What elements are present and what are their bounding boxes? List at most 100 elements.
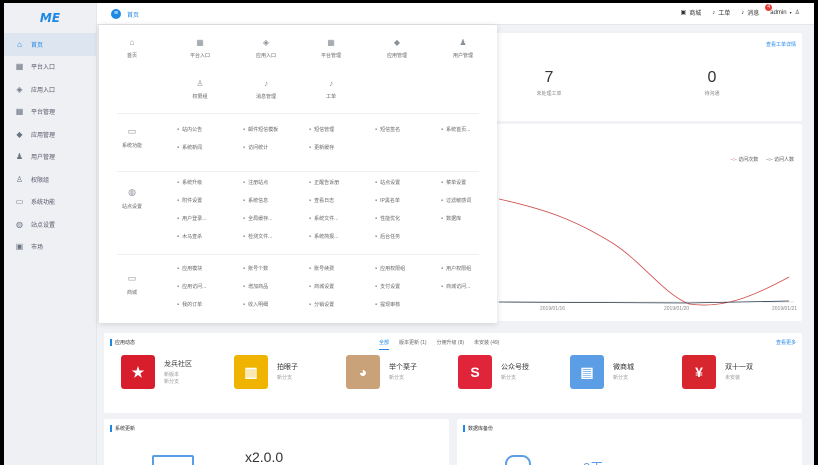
menu-item-label: 提现审核: [380, 302, 401, 308]
menu-item[interactable]: ▪ 附件设置: [177, 197, 202, 204]
mall-link[interactable]: ▣ 商城: [681, 8, 702, 17]
store-icon: ▣: [15, 242, 24, 252]
menu-item[interactable]: ▪ 应用访问...: [177, 283, 206, 290]
shortcut-label: 应用入口: [255, 53, 276, 59]
menu-item[interactable]: ▪ 菜单设置: [441, 179, 466, 186]
menu-item[interactable]: ▪ 应用模块: [177, 265, 202, 272]
section-icon: ▭: [127, 273, 137, 283]
menu-item[interactable]: ▪ 支付设置: [375, 283, 400, 290]
menu-item[interactable]: ▪ 系统文件...: [309, 215, 338, 222]
stat-communicate-value: 0: [707, 69, 717, 86]
sidebar-item[interactable]: ▦ 平台入口: [4, 56, 96, 79]
menu-item[interactable]: ▪ 收入明细: [243, 301, 268, 308]
sidebar-item[interactable]: ▦ 平台管理: [4, 101, 96, 124]
globe-icon: ◍: [16, 219, 23, 229]
menu-item[interactable]: ▪ 站内公告: [177, 126, 202, 133]
sidebar-item-label: 用户管理: [31, 155, 56, 162]
shortcut-item[interactable]: ▦ 平台入口: [170, 38, 230, 59]
menu-item[interactable]: ▪ 检测文件...: [243, 233, 272, 240]
worksheet-detail-link[interactable]: 查看工单详情: [766, 41, 796, 48]
menu-item[interactable]: ▪ IP黑名单: [375, 197, 400, 204]
system-update-title: 系统更新: [110, 425, 135, 432]
menu-item-label: 短信管理: [314, 127, 335, 133]
shortcut-item[interactable]: ♪ 消息管理: [236, 79, 296, 100]
menu-item[interactable]: ▪ 短信管理: [309, 126, 334, 133]
menu-item[interactable]: ▪ 账号续费: [309, 265, 334, 272]
menu-item[interactable]: ▪ 系统首页...: [441, 126, 470, 133]
worksheet-link[interactable]: ♪ 工单: [712, 8, 730, 18]
app-item[interactable]: S 公众号授 新分支: [458, 355, 529, 389]
app-item[interactable]: ▥ 拍眼子 新分支: [234, 355, 298, 389]
menu-item[interactable]: ▪ 提现审核: [375, 301, 400, 308]
app-status: 新分支: [277, 375, 293, 381]
shortcut-item[interactable]: ▦ 平台管理: [301, 38, 361, 59]
breadcrumb[interactable]: 首页: [127, 10, 139, 19]
menu-item-label: 站点设置: [380, 180, 401, 186]
app-item[interactable]: ★ 龙兵社区 新版本 新分支: [121, 355, 192, 389]
menu-item[interactable]: ▪ 访问统计: [243, 144, 268, 151]
shortcut-item[interactable]: ♪ 工单: [301, 79, 361, 100]
shortcut-item[interactable]: ◆ 应用管理: [367, 38, 427, 59]
menu-item[interactable]: ▪ 查看日志: [309, 197, 334, 204]
menu-item[interactable]: ▪ 增加商品: [243, 283, 268, 290]
messages-link[interactable]: ♪ 消息 4: [741, 4, 773, 17]
user-menu[interactable]: admin ▾ ♙: [770, 9, 800, 17]
app-info: 公众号授 新分支: [501, 362, 529, 382]
sidebar-item[interactable]: ◍ 站点设置: [4, 213, 96, 236]
menu-item[interactable]: ▪ 分销设置: [309, 301, 334, 308]
menu-item[interactable]: ▪ 正醒告诉册: [309, 179, 339, 186]
shortcut-item[interactable]: ♙ 权限组: [170, 79, 230, 100]
tab-version-update[interactable]: 版本更新 (1): [399, 339, 427, 350]
menu-item[interactable]: ▪ 邮件短信模板: [243, 126, 278, 133]
tab-all[interactable]: 全部: [379, 339, 390, 350]
tab-not-installed[interactable]: 未安装 (49): [474, 339, 499, 350]
menu-item[interactable]: ▪ 我的订单: [177, 301, 202, 308]
app-name: 龙兵社区: [164, 360, 192, 368]
menu-item-label: 查看日志: [314, 198, 335, 204]
sidebar-item[interactable]: ♙ 权限组: [4, 168, 96, 191]
shortcut-label: 平台管理: [320, 53, 341, 59]
menu-toggle-icon[interactable]: ≡: [111, 9, 121, 19]
x-tick-3: 2019/01/21: [772, 306, 797, 312]
menu-item[interactable]: ▪ 数据库: [441, 215, 461, 222]
menu-item[interactable]: ▪ 商城设置: [309, 283, 334, 290]
app-more-link[interactable]: 查看更多: [776, 339, 796, 346]
shortcut-item[interactable]: ⌂ 首页: [102, 38, 162, 59]
menu-item[interactable]: ▪ 性能优化: [375, 215, 400, 222]
menu-item-label: 更新缓存: [314, 145, 335, 151]
menu-item-label: 短信签名: [380, 127, 401, 133]
menu-item[interactable]: ▪ 过滤敏感词: [441, 197, 471, 204]
tab-commission-upgrade[interactable]: 分佣升级 (8): [437, 339, 465, 350]
menu-item[interactable]: ▪ 系统升级: [177, 179, 202, 186]
menu-item[interactable]: ▪ 应用权限组: [375, 265, 405, 272]
menu-item[interactable]: ▪ 系统信息: [243, 197, 268, 204]
menu-item[interactable]: ▪ 账号个数: [243, 265, 268, 272]
sidebar-item[interactable]: ◈ 应用入口: [4, 78, 96, 101]
sidebar-item[interactable]: ▣ 市场: [4, 236, 96, 259]
menu-item[interactable]: ▪ 用户权限组: [441, 265, 471, 272]
shortcut-item[interactable]: ♟ 用户管理: [433, 38, 493, 59]
menu-item[interactable]: ▪ 用户登录...: [177, 215, 206, 222]
users-icon: ♟: [15, 152, 24, 162]
menu-item[interactable]: ▪ 短信签名: [375, 126, 400, 133]
menu-item[interactable]: ▪ 更新缓存: [309, 144, 334, 151]
sidebar-item[interactable]: ♟ 用户管理: [4, 146, 96, 169]
sidebar-item-label: 平台入口: [31, 65, 56, 72]
menu-item-label: 我的订单: [182, 302, 203, 308]
menu-item[interactable]: ▪ 商城访问...: [441, 283, 470, 290]
menu-item[interactable]: ▪ 站点设置: [375, 179, 400, 186]
app-item[interactable]: ▤ 微商城 新分支: [570, 355, 634, 389]
menu-item[interactable]: ▪ 全局缓存...: [243, 215, 272, 222]
sidebar-item[interactable]: ⌂ 首页: [4, 33, 96, 56]
menu-item[interactable]: ▪ 系统简报...: [309, 233, 338, 240]
app-item[interactable]: ◕ 举个栗子 新分支: [346, 355, 417, 389]
menu-item[interactable]: ▪ 后台任务: [375, 233, 400, 240]
menu-item[interactable]: ▪ 系统新闻: [177, 144, 202, 151]
menu-item[interactable]: ▪ 木马查杀: [177, 233, 202, 240]
app-item[interactable]: ¥ 双十一双 未安装: [682, 355, 753, 389]
sidebar-item[interactable]: ▭ 系统功能: [4, 191, 96, 214]
menu-item[interactable]: ▪ 注册站点: [243, 179, 268, 186]
shortcut-item[interactable]: ◈ 应用入口: [236, 38, 296, 59]
menu-item-label: 性能优化: [380, 216, 401, 222]
sidebar-item[interactable]: ◆ 应用管理: [4, 123, 96, 146]
